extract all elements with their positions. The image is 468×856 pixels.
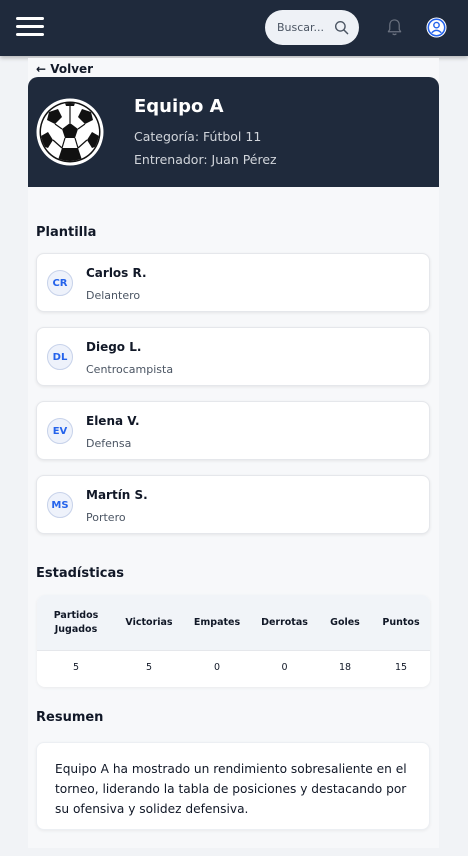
player-name: Carlos R. <box>86 266 147 280</box>
top-navbar <box>0 0 468 56</box>
search-box[interactable] <box>265 10 359 45</box>
player-name: Diego L. <box>86 340 142 354</box>
stats-value-cell: 18 <box>338 662 352 673</box>
summary-title: Resumen <box>36 710 104 725</box>
team-name: Equipo A <box>134 96 224 117</box>
stats-value-cell: 5 <box>145 662 153 673</box>
team-coach: Entrenador: Juan Pérez <box>134 152 277 167</box>
stats-header-cell: Partidos Jugados <box>53 609 99 635</box>
player-card[interactable]: MS Martín S. Portero <box>36 475 430 534</box>
stats-value-cell: 0 <box>213 662 221 673</box>
squad-title: Plantilla <box>36 225 97 240</box>
summary-text: Equipo A ha mostrado un rendimiento sobr… <box>55 762 407 816</box>
player-position: Delantero <box>86 289 141 302</box>
player-card[interactable]: EV Elena V. Defensa <box>36 401 430 460</box>
player-avatar: DL <box>47 344 73 370</box>
player-name: Elena V. <box>86 414 140 428</box>
stats-divider <box>37 650 430 651</box>
team-category: Categoría: Fútbol 11 <box>134 129 262 144</box>
player-avatar: EV <box>47 418 73 444</box>
player-card[interactable]: CR Carlos R. Delantero <box>36 253 430 312</box>
search-input[interactable] <box>277 21 329 34</box>
soccer-ball-icon <box>36 98 104 166</box>
summary-card: Equipo A ha mostrado un rendimiento sobr… <box>36 742 430 830</box>
back-link[interactable]: ← Volver <box>36 62 93 76</box>
stats-table: Partidos Jugados Victorias Empates Derro… <box>37 595 430 687</box>
stats-header-cell: Goles <box>330 616 360 628</box>
stats-header-cell: Empates <box>193 616 241 628</box>
stats-header-cell: Victorias <box>125 616 173 628</box>
stats-header-cell: Puntos <box>382 616 420 628</box>
player-avatar: MS <box>47 492 73 518</box>
stats-value-cell: 0 <box>281 662 288 673</box>
player-card[interactable]: DL Diego L. Centrocampista <box>36 327 430 386</box>
stats-header-row: Partidos Jugados Victorias Empates Derro… <box>37 595 430 650</box>
stats-value-cell: 5 <box>72 662 80 673</box>
stats-header-cell: Derrotas <box>261 616 308 628</box>
player-position: Portero <box>86 511 126 524</box>
user-circle-icon[interactable] <box>426 17 447 38</box>
player-position: Defensa <box>86 437 132 450</box>
hamburger-icon[interactable] <box>16 17 44 37</box>
stats-value-cell: 15 <box>394 662 408 673</box>
player-name: Martín S. <box>86 488 148 502</box>
player-position: Centrocampista <box>86 363 174 376</box>
stats-title: Estadísticas <box>36 566 124 581</box>
player-avatar: CR <box>47 270 73 296</box>
search-icon[interactable] <box>334 20 349 35</box>
bell-icon[interactable] <box>386 18 403 37</box>
